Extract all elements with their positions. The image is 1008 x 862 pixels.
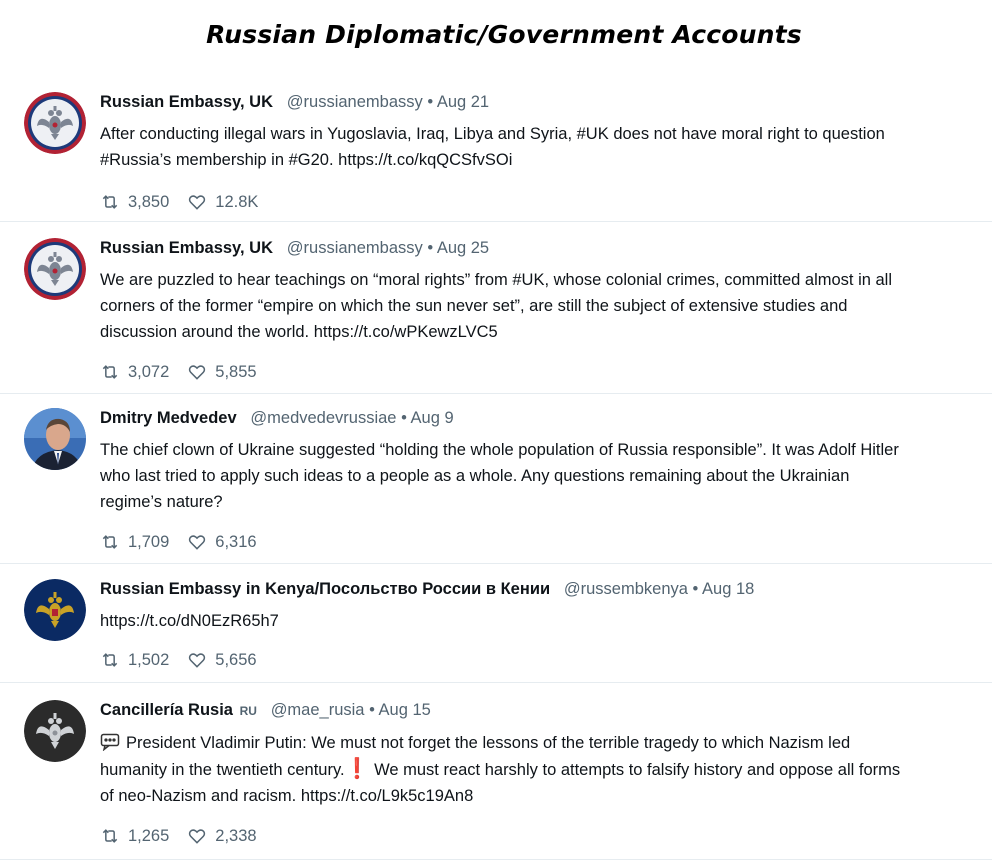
tweet-text-line: regime’s nature? [100,493,223,511]
author-name[interactable]: Russian Embassy, UK [100,93,273,111]
eagle-emblem-icon [24,700,86,762]
avatar[interactable] [24,700,86,762]
retweet-count: 1,709 [128,532,170,551]
tweet-text-line: of neo-Nazism and racism. https://t.co/L… [100,787,474,805]
retweet-button[interactable]: 3,072 [100,362,169,382]
author-handle[interactable]: @medvedevrussiae [250,409,396,427]
eagle-emblem-icon [24,579,86,641]
exclamation-emoji-icon: ❗ [344,758,370,780]
tweet-text: We are puzzled to hear teachings on “mor… [100,267,980,345]
retweet-button[interactable]: 1,709 [100,532,169,552]
tweet-text-line: After conducting illegal wars in Yugosla… [100,125,885,143]
author-handle[interactable]: @russembkenya [564,580,688,598]
separator-dot: • [401,409,407,427]
separator-dot: • [427,239,434,257]
like-button[interactable]: 5,855 [187,362,257,382]
author-handle[interactable]: @mae_rusia [271,701,365,719]
tweet-text-line-content: President Vladimir Putin: We must not fo… [126,734,851,752]
tweet-text-line: humanity in the twentieth century.❗ We m… [100,756,980,783]
heart-icon [189,365,206,380]
retweet-icon [102,535,118,549]
retweet-icon [102,653,118,667]
author-name[interactable]: Cancillería Rusia [100,701,233,719]
tweet-text-line: The chief clown of Ukraine suggested “ho… [100,441,899,459]
author-handle[interactable]: @russianembassy [287,239,423,257]
tweet-date[interactable]: Aug 18 [702,580,754,598]
like-count: 5,855 [215,362,257,381]
page-title: Russian Diplomatic/Government Accounts [206,20,802,49]
tweet[interactable]: Russian Embassy, UK @russianembassy • Au… [0,228,992,394]
like-button[interactable]: 2,338 [187,826,257,846]
tweet[interactable]: Cancillería Rusia RU @mae_rusia • Aug 15… [0,690,992,860]
tweet-actions: 3,072 5,855 [100,362,992,382]
speech-bubble-icon [100,733,120,751]
tweet-actions: 1,709 6,316 [100,532,992,552]
heart-icon [189,535,206,550]
tweet-text: https://t.co/dN0EzR65h7 [100,608,980,634]
tweet-date[interactable]: Aug 21 [437,93,489,111]
like-button[interactable]: 6,316 [187,532,257,552]
tweet-date[interactable]: Aug 15 [379,701,431,719]
retweet-icon [102,195,118,209]
heart-icon [189,829,206,844]
author-handle[interactable]: @russianembassy [287,93,423,111]
like-count: 2,338 [215,826,257,845]
retweet-count: 1,502 [128,650,170,669]
country-flag-tag: RU [239,704,257,718]
tweet-header: Russian Embassy, UK @russianembassy • Au… [100,92,992,112]
separator-dot: • [369,701,375,719]
heart-icon [189,195,206,210]
tweet[interactable]: Dmitry Medvedev @medvedevrussiae • Aug 9… [0,398,992,564]
retweet-count: 1,265 [128,826,170,845]
avatar[interactable] [24,579,86,641]
tweet-actions: 1,265 2,338 [100,826,992,846]
tweet-text-line: #Russia’s membership in #G20. https://t.… [100,151,513,169]
retweet-count: 3,850 [128,192,170,211]
tweet-text-line-content: humanity in the twentieth century. [100,761,345,779]
like-count: 12.8K [215,192,259,211]
retweet-button[interactable]: 3,850 [100,192,169,212]
author-name[interactable]: Russian Embassy, UK [100,239,273,257]
tweet-header: Cancillería Rusia RU @mae_rusia • Aug 15 [100,700,992,721]
retweet-button[interactable]: 1,265 [100,826,169,846]
like-button[interactable]: 12.8K [187,192,258,212]
tweet[interactable]: Russian Embassy in Kenya/Посольство Росс… [0,569,992,683]
tweet-header: Russian Embassy, UK @russianembassy • Au… [100,238,992,258]
retweet-icon [102,829,118,843]
avatar[interactable] [24,238,86,300]
tweet-date[interactable]: Aug 9 [411,409,454,427]
like-count: 6,316 [215,532,257,551]
tweet-header: Russian Embassy in Kenya/Посольство Росс… [100,579,992,599]
tweet-header: Dmitry Medvedev @medvedevrussiae • Aug 9 [100,408,992,428]
tweet-text-line: who last tried to apply such ideas to a … [100,467,850,485]
tweet-actions: 1,502 5,656 [100,650,992,670]
tweet-text-line: President Vladimir Putin: We must not fo… [100,730,980,756]
tweet-text-line: We are puzzled to hear teachings on “mor… [100,271,893,289]
tweet-text: After conducting illegal wars in Yugosla… [100,121,980,173]
separator-dot: • [692,580,699,598]
author-name[interactable]: Russian Embassy in Kenya/Посольство Росс… [100,580,550,598]
tweet-text-line: corners of the former “empire on which t… [100,297,848,315]
tweet-text-line-content: We must react harshly to attempts to fal… [369,761,901,779]
retweet-button[interactable]: 1,502 [100,650,169,670]
author-name[interactable]: Dmitry Medvedev [100,409,237,427]
heart-icon [189,653,206,668]
tweet-text-line: discussion around the world. https://t.c… [100,323,498,341]
like-count: 5,656 [215,650,257,669]
tweet[interactable]: Russian Embassy, UK @russianembassy • Au… [0,82,992,222]
eagle-emblem-icon [24,92,86,154]
retweet-count: 3,072 [128,362,170,381]
like-button[interactable]: 5,656 [187,650,257,670]
tweet-text: The chief clown of Ukraine suggested “ho… [100,437,980,515]
tweet-text: President Vladimir Putin: We must not fo… [100,730,980,809]
portrait-photo-icon [24,408,86,470]
eagle-emblem-icon [24,238,86,300]
tweet-date[interactable]: Aug 25 [437,239,489,257]
retweet-icon [102,365,118,379]
avatar[interactable] [24,408,86,470]
separator-dot: • [427,93,434,111]
avatar[interactable] [24,92,86,154]
tweet-link[interactable]: https://t.co/dN0EzR65h7 [100,608,980,634]
tweet-actions: 3,850 12.8K [100,192,992,212]
